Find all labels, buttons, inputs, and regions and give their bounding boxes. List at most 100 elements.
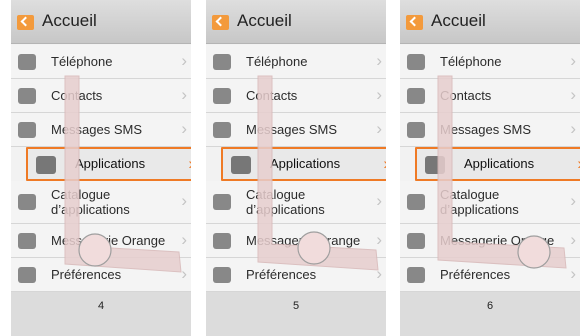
- chevron-right-icon: ›: [577, 154, 580, 174]
- app-square-icon: [213, 267, 231, 283]
- menu-list: Téléphone › Contacts › Messages SMS › Appli…: [400, 45, 580, 292]
- menu-item-label: Applications: [270, 156, 341, 171]
- screen-title: Accueil: [237, 11, 292, 30]
- chevron-right-icon: ›: [181, 191, 187, 210]
- menu-item-messagerie-orange[interactable]: Messagerie Orange ›: [11, 224, 191, 258]
- chevron-right-icon: ›: [181, 230, 187, 249]
- menu-item-label: Téléphone: [51, 54, 113, 69]
- menu-item-label: Téléphone: [246, 54, 308, 69]
- chevron-right-icon: ›: [570, 230, 576, 249]
- menu-item-preferences[interactable]: Préférences ›: [400, 258, 580, 292]
- menu-item-label: Messagerie Orange: [51, 233, 166, 248]
- chevron-right-icon: ›: [181, 51, 187, 70]
- app-square-icon: [407, 194, 425, 210]
- menu-item-catalogue[interactable]: Catalogue d’applications ›: [11, 181, 191, 224]
- bottom-bar: 6: [400, 292, 580, 336]
- menu-list: Téléphone › Contacts › Messages SMS › Appli…: [11, 45, 191, 292]
- chevron-right-icon: ›: [181, 264, 187, 283]
- menu-item-contacts[interactable]: Contacts ›: [11, 79, 191, 113]
- step-number: 4: [97, 300, 105, 312]
- menu-item-contacts[interactable]: Contacts ›: [400, 79, 580, 113]
- chevron-right-icon: ›: [570, 119, 576, 138]
- step-number: 6: [486, 300, 494, 312]
- menu-item-label: Préférences: [440, 267, 511, 282]
- home-back-icon[interactable]: [17, 15, 34, 30]
- bottom-bar: 4: [11, 292, 191, 336]
- menu-item-telephone[interactable]: Téléphone ›: [400, 45, 580, 79]
- title-bar: Accueil: [11, 0, 191, 44]
- app-square-icon: [407, 122, 425, 138]
- menu-item-messagerie-orange[interactable]: Messagerie Orange ›: [206, 224, 386, 258]
- chevron-right-icon: ›: [188, 154, 191, 174]
- app-square-icon: [18, 233, 36, 249]
- menu-item-contacts[interactable]: Contacts ›: [206, 79, 386, 113]
- menu-item-applications[interactable]: Applications ›: [221, 147, 386, 181]
- app-square-icon: [36, 156, 56, 174]
- menu-item-telephone[interactable]: Téléphone ›: [11, 45, 191, 79]
- menu-item-catalogue[interactable]: Catalogue d’applications ›: [400, 181, 580, 224]
- home-back-icon[interactable]: [212, 15, 229, 30]
- chevron-right-icon: ›: [376, 85, 382, 104]
- title-bar: Accueil: [206, 0, 386, 44]
- app-square-icon: [18, 88, 36, 104]
- bottom-bar: 5: [206, 292, 386, 336]
- chevron-right-icon: ›: [181, 85, 187, 104]
- chevron-right-icon: ›: [570, 264, 576, 283]
- title-bar: Accueil: [400, 0, 580, 44]
- app-square-icon: [425, 156, 445, 174]
- menu-item-label: Téléphone: [440, 54, 502, 69]
- app-square-icon: [18, 122, 36, 138]
- menu-item-label: Contacts: [440, 88, 492, 103]
- menu-item-applications[interactable]: Applications ›: [415, 147, 580, 181]
- chevron-right-icon: ›: [376, 51, 382, 70]
- app-square-icon: [18, 54, 36, 70]
- menu-item-label: Catalogue d’applications: [246, 187, 325, 217]
- menu-item-telephone[interactable]: Téléphone ›: [206, 45, 386, 79]
- menu-item-label: Contacts: [246, 88, 298, 103]
- menu-item-preferences[interactable]: Préférences ›: [11, 258, 191, 292]
- step-number: 5: [292, 300, 300, 312]
- menu-item-label: Messagerie Orange: [440, 233, 555, 248]
- screen-title: Accueil: [42, 11, 97, 30]
- menu-item-label: Contacts: [51, 88, 103, 103]
- home-back-icon[interactable]: [406, 15, 423, 30]
- chevron-right-icon: ›: [570, 51, 576, 70]
- menu-item-label: Catalogue d’applications: [51, 187, 130, 217]
- chevron-right-icon: ›: [181, 119, 187, 138]
- app-square-icon: [231, 156, 251, 174]
- menu-item-label: Préférences: [51, 267, 122, 282]
- app-square-icon: [407, 267, 425, 283]
- app-square-icon: [407, 88, 425, 104]
- screen-step-5: Accueil Téléphone › Contacts › Messages SM…: [206, 0, 386, 336]
- menu-item-catalogue[interactable]: Catalogue d’applications ›: [206, 181, 386, 224]
- app-square-icon: [407, 54, 425, 70]
- menu-item-preferences[interactable]: Préférences ›: [206, 258, 386, 292]
- app-square-icon: [18, 267, 36, 283]
- app-square-icon: [213, 194, 231, 210]
- menu-item-label: Messages SMS: [246, 122, 338, 137]
- menu-item-applications[interactable]: Applications ›: [26, 147, 191, 181]
- menu-item-label: Messagerie Orange: [246, 233, 361, 248]
- app-square-icon: [213, 88, 231, 104]
- app-square-icon: [407, 233, 425, 249]
- menu-item-label: Messages SMS: [51, 122, 143, 137]
- app-square-icon: [18, 194, 36, 210]
- app-square-icon: [213, 54, 231, 70]
- menu-item-label: Catalogue d’applications: [440, 187, 519, 217]
- menu-item-messages-sms[interactable]: Messages SMS ›: [206, 113, 386, 147]
- chevron-right-icon: ›: [570, 191, 576, 210]
- chevron-right-icon: ›: [376, 264, 382, 283]
- menu-item-messages-sms[interactable]: Messages SMS ›: [11, 113, 191, 147]
- menu-item-label: Applications: [75, 156, 146, 171]
- screen-title: Accueil: [431, 11, 486, 30]
- chevron-right-icon: ›: [376, 191, 382, 210]
- menu-item-messages-sms[interactable]: Messages SMS ›: [400, 113, 580, 147]
- app-square-icon: [213, 233, 231, 249]
- screen-step-4: Accueil Téléphone › Contacts › Messages SM…: [11, 0, 191, 336]
- chevron-right-icon: ›: [570, 85, 576, 104]
- menu-item-messagerie-orange[interactable]: Messagerie Orange ›: [400, 224, 580, 258]
- chevron-right-icon: ›: [383, 154, 386, 174]
- app-square-icon: [213, 122, 231, 138]
- screen-step-6: Accueil Téléphone › Contacts › Messages SM…: [400, 0, 580, 336]
- menu-item-label: Applications: [464, 156, 535, 171]
